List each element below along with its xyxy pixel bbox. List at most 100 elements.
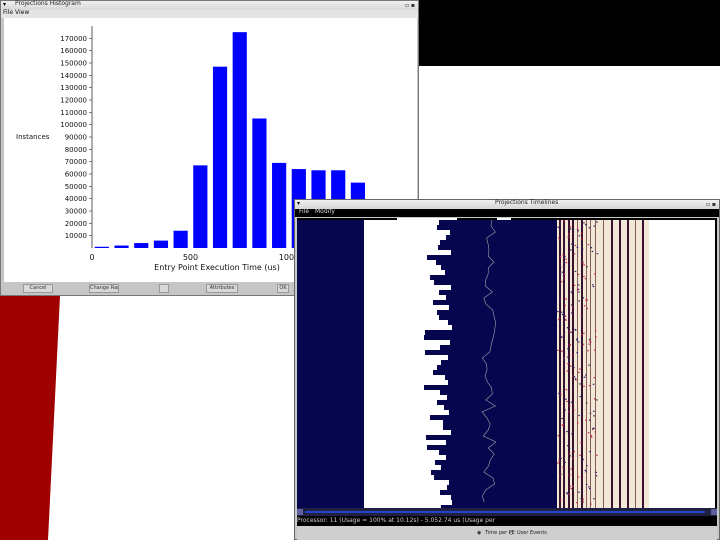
window-controls-icon[interactable]: ▫ ▪ (706, 201, 716, 208)
timeline-event-mark (568, 493, 571, 495)
menu-file[interactable]: File (299, 208, 309, 215)
timeline-event-mark (578, 341, 580, 343)
y-tick-label: 100000 (60, 121, 87, 129)
scroll-right-icon[interactable] (711, 509, 717, 515)
timeline-event-mark (581, 238, 584, 240)
timeline-event-mark (569, 331, 571, 333)
timeline-event-mark (567, 236, 570, 238)
timeline-event-mark (582, 501, 584, 503)
timeline-event-mark (563, 273, 566, 275)
timeline-event-mark (573, 366, 575, 369)
histogram-bar (153, 240, 169, 248)
timeline-edge-segment (425, 350, 457, 355)
timeline-edge-segment (447, 395, 457, 400)
timeline-event-mark (576, 352, 578, 354)
timeline-event-mark (569, 228, 572, 230)
timeline-event-mark (563, 359, 565, 361)
histogram-window-title: Projections Histogram (15, 0, 81, 7)
timeline-edge-segment (426, 435, 457, 440)
timeline-edge-segment (441, 360, 457, 365)
timeline-event-mark (593, 398, 596, 400)
timeline-event-mark (568, 360, 570, 362)
timeline-edge-segment (437, 365, 457, 370)
timeline-event-mark (567, 356, 569, 358)
timeline-event-mark (568, 233, 570, 235)
timeline-edge-segment (436, 260, 457, 265)
timeline-event-mark (588, 487, 591, 490)
scroll-left-icon[interactable] (297, 509, 303, 515)
timeline-event-mark (568, 411, 570, 413)
timeline-edge-segment (452, 325, 457, 330)
timeline-column (577, 220, 578, 508)
timeline-edge-segment (437, 310, 457, 315)
timeline-edge-segment (446, 235, 457, 240)
timeline-event-mark (572, 457, 575, 460)
timeline-edge-segment (448, 380, 457, 385)
timeline-scrollbar[interactable] (297, 508, 717, 516)
timeline-edge-segment (443, 425, 457, 430)
timeline-event-mark (593, 225, 596, 227)
menu-file[interactable]: File (3, 9, 13, 16)
timeline-event-mark (560, 393, 562, 395)
timeline-event-mark (593, 415, 595, 417)
timeline-edge-segment (449, 410, 457, 415)
timeline-event-mark (576, 422, 579, 424)
window-menu-icon[interactable]: ▾ (297, 200, 300, 207)
timeline-event-mark (579, 395, 582, 398)
window-controls-icon[interactable]: ▫ ▪ (405, 2, 415, 9)
y-tick-label: 80000 (65, 146, 87, 154)
timeline-event-mark (578, 235, 581, 237)
y-tick-label: 90000 (65, 134, 87, 142)
timeline-view[interactable] (297, 218, 717, 510)
scroll-thumb[interactable] (305, 511, 705, 513)
change-range-button[interactable]: Change Range (89, 284, 119, 293)
timeline-event-mark (575, 379, 577, 381)
timeline-event-mark (572, 245, 574, 247)
timeline-event-mark (592, 410, 595, 412)
timeline-event-mark (561, 417, 563, 420)
timeline-event-mark (567, 363, 569, 365)
timeline-event-mark (566, 370, 569, 372)
x-tick-label: 500 (183, 253, 198, 262)
timeline-event-mark (584, 278, 587, 280)
radio-icon[interactable]: ○ (509, 530, 513, 536)
timeline-edge-segment (451, 250, 457, 255)
timeline-event-mark (570, 249, 572, 251)
timeline-event-mark (568, 404, 571, 407)
cancel-button[interactable]: Cancel (23, 284, 53, 293)
timeline-event-mark (565, 258, 567, 260)
timeline-event-mark (564, 255, 566, 258)
timeline-event-mark (561, 424, 564, 426)
timeline-event-mark (594, 273, 596, 275)
timeline-graphic (297, 218, 717, 510)
user-events-option[interactable]: User Events (517, 530, 547, 536)
timeline-edge-segment (450, 230, 457, 235)
timeline-edge-segment (437, 225, 457, 230)
timeline-event-mark (583, 305, 586, 307)
timeline-event-mark (591, 284, 594, 286)
timeline-edge-segment (446, 295, 457, 300)
timeline-event-mark (566, 400, 568, 403)
timeline-event-mark (590, 503, 592, 505)
timeline-event-mark (589, 338, 591, 340)
ok-button[interactable]: OK (277, 284, 289, 293)
menu-modify[interactable]: Modify (315, 208, 335, 215)
timeline-event-mark (581, 316, 583, 318)
timeline-event-mark (590, 247, 593, 249)
timeline-event-mark (582, 343, 585, 345)
timeline-event-mark (583, 222, 585, 224)
timeline-event-mark (559, 321, 561, 323)
timeline-event-mark (571, 433, 573, 435)
timeline-edge-segment (439, 220, 457, 225)
window-menu-icon[interactable]: ▾ (3, 1, 6, 8)
timeline-event-mark (561, 336, 563, 338)
timeline-column (590, 220, 591, 508)
timeline-event-mark (572, 229, 575, 231)
timeline-column (627, 220, 629, 508)
small-button[interactable] (159, 284, 169, 293)
timeline-event-mark (572, 447, 574, 449)
timeline-event-mark (577, 230, 580, 232)
menu-view[interactable]: View (15, 9, 29, 16)
radio-icon[interactable]: ◉ (477, 530, 481, 536)
attributes-button[interactable]: Attributes (206, 284, 238, 293)
